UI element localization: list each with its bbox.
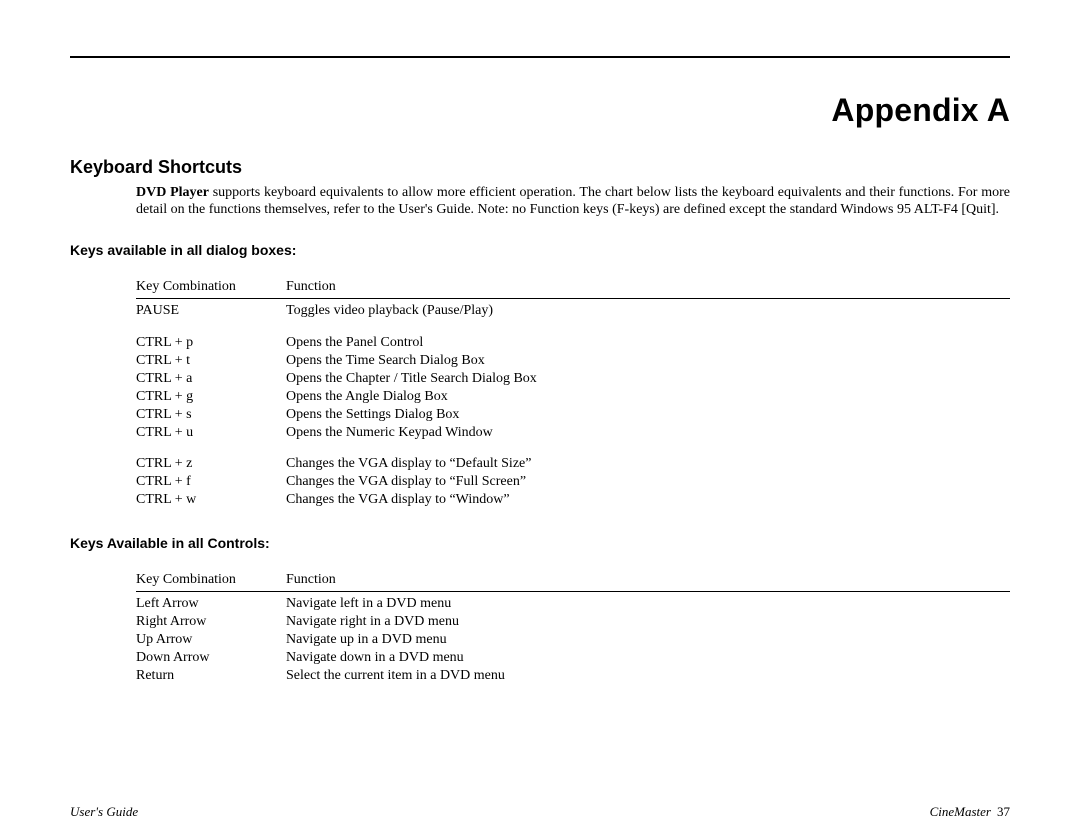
- table-row: CTRL + wChanges the VGA display to “Wind…: [136, 491, 1010, 509]
- key-function: Changes the VGA display to “Window”: [286, 491, 1010, 509]
- key-combination: Return: [136, 667, 286, 685]
- key-combination: CTRL + p: [136, 334, 286, 352]
- footer: User's Guide CineMaster 37: [70, 804, 1010, 820]
- key-function: Navigate up in a DVD menu: [286, 631, 1010, 649]
- key-combination: CTRL + a: [136, 370, 286, 388]
- table-row: CTRL + uOpens the Numeric Keypad Window: [136, 424, 1010, 442]
- key-function: Changes the VGA display to “Full Screen”: [286, 473, 1010, 491]
- col-key: Key Combination: [136, 571, 286, 589]
- footer-product: CineMaster: [930, 804, 991, 819]
- section-subtitle: Keyboard Shortcuts: [70, 157, 1010, 178]
- table-row: CTRL + zChanges the VGA display to “Defa…: [136, 455, 1010, 473]
- table-header-row: Key Combination Function: [136, 571, 1010, 592]
- key-function: Toggles video playback (Pause/Play): [286, 302, 1010, 320]
- key-function: Opens the Settings Dialog Box: [286, 406, 1010, 424]
- table-group-controls: Left ArrowNavigate left in a DVD menuRig…: [136, 595, 1010, 685]
- footer-left: User's Guide: [70, 804, 138, 820]
- intro-rest: supports keyboard equivalents to allow m…: [136, 185, 1010, 217]
- col-fn: Function: [286, 278, 1010, 296]
- footer-right: CineMaster 37: [930, 804, 1010, 820]
- key-combination: CTRL + f: [136, 473, 286, 491]
- table-row: CTRL + sOpens the Settings Dialog Box: [136, 406, 1010, 424]
- table-group-1: PAUSEToggles video playback (Pause/Play): [136, 302, 1010, 320]
- row-gap: [136, 320, 1010, 334]
- key-function: Navigate left in a DVD menu: [286, 595, 1010, 613]
- key-function: Opens the Chapter / Title Search Dialog …: [286, 370, 1010, 388]
- top-rule: [70, 56, 1010, 58]
- key-function: Opens the Numeric Keypad Window: [286, 424, 1010, 442]
- key-combination: CTRL + s: [136, 406, 286, 424]
- table-header-row: Key Combination Function: [136, 278, 1010, 299]
- appendix-title: Appendix A: [70, 92, 1010, 129]
- row-gap: [136, 441, 1010, 455]
- section1-heading: Keys available in all dialog boxes:: [70, 242, 1010, 258]
- key-combination: PAUSE: [136, 302, 286, 320]
- key-combination: CTRL + u: [136, 424, 286, 442]
- key-combination: Left Arrow: [136, 595, 286, 613]
- table-row: ReturnSelect the current item in a DVD m…: [136, 667, 1010, 685]
- key-function: Opens the Time Search Dialog Box: [286, 352, 1010, 370]
- key-combination: Up Arrow: [136, 631, 286, 649]
- key-function: Navigate right in a DVD menu: [286, 613, 1010, 631]
- section2-heading: Keys Available in all Controls:: [70, 535, 1010, 551]
- table-row: CTRL + fChanges the VGA display to “Full…: [136, 473, 1010, 491]
- table-dialog-keys: Key Combination Function PAUSEToggles vi…: [70, 278, 1010, 509]
- key-function: Changes the VGA display to “Default Size…: [286, 455, 1010, 473]
- col-fn: Function: [286, 571, 1010, 589]
- table-group-3: CTRL + zChanges the VGA display to “Defa…: [136, 455, 1010, 509]
- key-combination: Down Arrow: [136, 649, 286, 667]
- footer-page-number: 37: [997, 804, 1010, 819]
- key-combination: CTRL + t: [136, 352, 286, 370]
- key-combination: CTRL + z: [136, 455, 286, 473]
- table-row: Up ArrowNavigate up in a DVD menu: [136, 631, 1010, 649]
- table-row: CTRL + tOpens the Time Search Dialog Box: [136, 352, 1010, 370]
- table-row: Down ArrowNavigate down in a DVD menu: [136, 649, 1010, 667]
- col-key: Key Combination: [136, 278, 286, 296]
- table-control-keys: Key Combination Function Left ArrowNavig…: [70, 571, 1010, 684]
- table-row: CTRL + aOpens the Chapter / Title Search…: [136, 370, 1010, 388]
- key-function: Opens the Panel Control: [286, 334, 1010, 352]
- intro-paragraph: DVD Player supports keyboard equivalents…: [70, 184, 1010, 218]
- table-row: Right ArrowNavigate right in a DVD menu: [136, 613, 1010, 631]
- table-row: CTRL + gOpens the Angle Dialog Box: [136, 388, 1010, 406]
- intro-bold: DVD Player: [136, 185, 209, 200]
- key-combination: CTRL + g: [136, 388, 286, 406]
- table-row: CTRL + pOpens the Panel Control: [136, 334, 1010, 352]
- table-row: Left ArrowNavigate left in a DVD menu: [136, 595, 1010, 613]
- key-function: Navigate down in a DVD menu: [286, 649, 1010, 667]
- key-function: Opens the Angle Dialog Box: [286, 388, 1010, 406]
- table-group-2: CTRL + pOpens the Panel ControlCTRL + tO…: [136, 334, 1010, 441]
- key-function: Select the current item in a DVD menu: [286, 667, 1010, 685]
- page: Appendix A Keyboard Shortcuts DVD Player…: [0, 0, 1080, 834]
- key-combination: CTRL + w: [136, 491, 286, 509]
- key-combination: Right Arrow: [136, 613, 286, 631]
- table-row: PAUSEToggles video playback (Pause/Play): [136, 302, 1010, 320]
